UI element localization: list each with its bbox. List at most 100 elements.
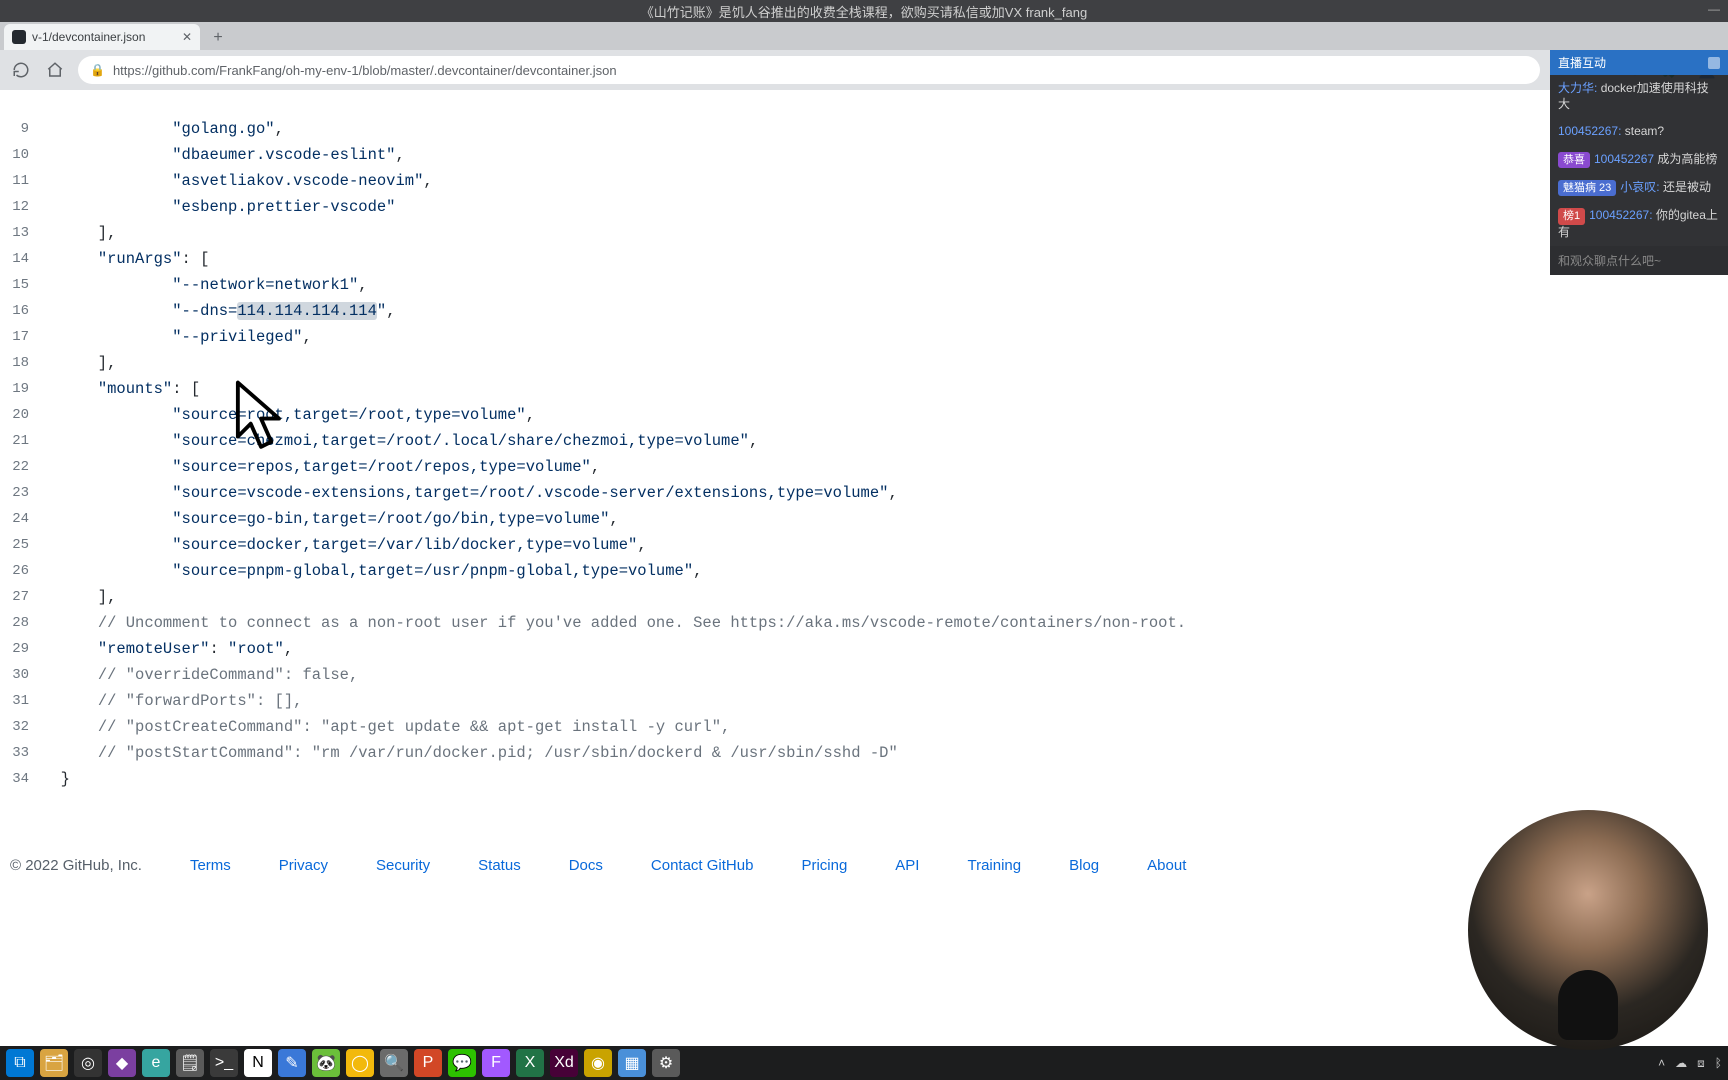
code-line[interactable]: 12 "esbenp.prettier-vscode" [0,194,1187,220]
footer-link[interactable]: Status [478,857,521,874]
line-content: ], [41,220,1187,246]
taskbar-app-obs[interactable]: ◎ [74,1049,102,1077]
taskbar-app-idea[interactable]: ◆ [108,1049,136,1077]
taskbar-app-panda[interactable]: 🐼 [312,1049,340,1077]
line-number: 16 [0,298,41,324]
code-line[interactable]: 22 "source=repos,target=/root/repos,type… [0,454,1187,480]
code-line[interactable]: 9 "golang.go", [0,116,1187,142]
tab-close-icon[interactable]: ✕ [182,30,192,44]
taskbar-app-ppt[interactable]: P [414,1049,442,1077]
taskbar-app-settings[interactable]: ⚙ [652,1049,680,1077]
code-line[interactable]: 29 "remoteUser": "root", [0,636,1187,662]
tray-bluetooth-icon[interactable]: ᛒ [1715,1056,1722,1070]
line-content: "golang.go", [41,116,1187,142]
code-line[interactable]: 10 "dbaeumer.vscode-eslint", [0,142,1187,168]
taskbar-app-camera[interactable]: ◉ [584,1049,612,1077]
code-line[interactable]: 21 "source=chezmoi,target=/root/.local/s… [0,428,1187,454]
line-content: "--network=network1", [41,272,1187,298]
code-line[interactable]: 30 // "overrideCommand": false, [0,662,1187,688]
chat-badge: 榜1 [1558,208,1585,224]
code-line[interactable]: 17 "--privileged", [0,324,1187,350]
line-number: 10 [0,142,41,168]
code-line[interactable]: 23 "source=vscode-extensions,target=/roo… [0,480,1187,506]
taskbar-app-xd[interactable]: Xd [550,1049,578,1077]
windows-taskbar: ⧉🗂◎◆e🗒>_N✎🐼◯🔍P💬FXXd◉▦⚙ ˄ ☁ ⧈ ᛒ [0,1046,1728,1080]
footer-link[interactable]: Privacy [279,857,328,874]
chat-expand-icon[interactable] [1708,57,1720,69]
taskbar-app-excel[interactable]: X [516,1049,544,1077]
home-button[interactable] [44,59,66,81]
code-line[interactable]: 25 "source=docker,target=/var/lib/docker… [0,532,1187,558]
line-number: 24 [0,506,41,532]
code-line[interactable]: 31 // "forwardPorts": [], [0,688,1187,714]
footer-link[interactable]: Docs [569,857,603,874]
code-line[interactable]: 14 "runArgs": [ [0,246,1187,272]
chat-header[interactable]: 直播互动 [1550,50,1728,75]
line-number: 31 [0,688,41,714]
line-content: // "postCreateCommand": "apt-get update … [41,714,1187,740]
chat-badge: 魅猫病 23 [1558,180,1616,196]
taskbar-app-chrome[interactable]: ◯ [346,1049,374,1077]
line-number: 17 [0,324,41,350]
taskbar-app-figma[interactable]: F [482,1049,510,1077]
taskbar-app-terminal[interactable]: >_ [210,1049,238,1077]
code-line[interactable]: 28 // Uncomment to connect as a non-root… [0,610,1187,636]
reload-button[interactable] [10,59,32,81]
address-bar[interactable]: 🔒 https://github.com/FrankFang/oh-my-env… [78,56,1540,84]
taskbar-app-notion[interactable]: N [244,1049,272,1077]
taskbar-app-app1[interactable]: ▦ [618,1049,646,1077]
code-line[interactable]: 18 ], [0,350,1187,376]
footer-link[interactable]: Contact GitHub [651,857,754,874]
code-line[interactable]: 20 "source=root,target=/root,type=volume… [0,402,1187,428]
window-minimize-icon[interactable]: — [1708,2,1720,16]
tray-dropbox-icon[interactable]: ⧈ [1697,1056,1705,1071]
line-number: 34 [0,766,41,792]
line-content: "esbenp.prettier-vscode" [41,194,1187,220]
footer-link[interactable]: About [1147,857,1186,874]
github-footer: © 2022 GitHub, Inc. TermsPrivacySecurity… [0,830,1728,900]
code-line[interactable]: 32 // "postCreateCommand": "apt-get upda… [0,714,1187,740]
taskbar-app-explorer[interactable]: 🗂 [40,1049,68,1077]
browser-tab-active[interactable]: v-1/devcontainer.json ✕ [4,24,200,50]
window-title-text: 《山竹记账》是饥人谷推出的收费全栈课程，欲购买请私信或加VX frank_fan… [641,2,1087,21]
chat-user: 小哀叹: [1620,180,1659,194]
tray-onedrive-icon[interactable]: ☁ [1675,1056,1687,1070]
taskbar-app-edge[interactable]: e [142,1049,170,1077]
line-number: 32 [0,714,41,740]
new-tab-button[interactable]: + [206,26,230,50]
line-number: 27 [0,584,41,610]
footer-link[interactable]: Pricing [801,857,847,874]
chat-input[interactable]: 和观众聊点什么吧~ [1550,246,1728,275]
code-line[interactable]: 24 "source=go-bin,target=/root/go/bin,ty… [0,506,1187,532]
code-line[interactable]: 16 "--dns=114.114.114.114", [0,298,1187,324]
taskbar-app-wechat[interactable]: 💬 [448,1049,476,1077]
footer-link[interactable]: Training [967,857,1021,874]
page-content: 8 "extensions": [9 "golang.go",10 "dbaeu… [0,90,1728,830]
code-line[interactable]: 11 "asvetliakov.vscode-neovim", [0,168,1187,194]
taskbar-app-search[interactable]: 🔍 [380,1049,408,1077]
taskbar-app-notepad[interactable]: 🗒 [176,1049,204,1077]
code-line[interactable]: 27 ], [0,584,1187,610]
code-line[interactable]: 13 ], [0,220,1187,246]
code-line[interactable]: 33 // "postStartCommand": "rm /var/run/d… [0,740,1187,766]
taskbar-app-todo[interactable]: ✎ [278,1049,306,1077]
line-content: "dbaeumer.vscode-eslint", [41,142,1187,168]
line-content: "--privileged", [41,324,1187,350]
line-number: 9 [0,116,41,142]
code-line[interactable]: 19 "mounts": [ [0,376,1187,402]
code-line[interactable]: 15 "--network=network1", [0,272,1187,298]
line-content: // "postStartCommand": "rm /var/run/dock… [41,740,1187,766]
line-number: 12 [0,194,41,220]
webcam-overlay [1468,810,1708,1050]
tray-chevron-icon[interactable]: ˄ [1658,1056,1665,1070]
code-viewer[interactable]: 8 "extensions": [9 "golang.go",10 "dbaeu… [0,90,1187,792]
footer-link[interactable]: Blog [1069,857,1099,874]
footer-link[interactable]: API [895,857,919,874]
code-line[interactable]: 34 } [0,766,1187,792]
taskbar-app-vscode[interactable]: ⧉ [6,1049,34,1077]
footer-link[interactable]: Security [376,857,430,874]
system-tray[interactable]: ˄ ☁ ⧈ ᛒ [1658,1056,1722,1071]
line-content: } [41,766,1187,792]
code-line[interactable]: 26 "source=pnpm-global,target=/usr/pnpm-… [0,558,1187,584]
footer-link[interactable]: Terms [190,857,231,874]
